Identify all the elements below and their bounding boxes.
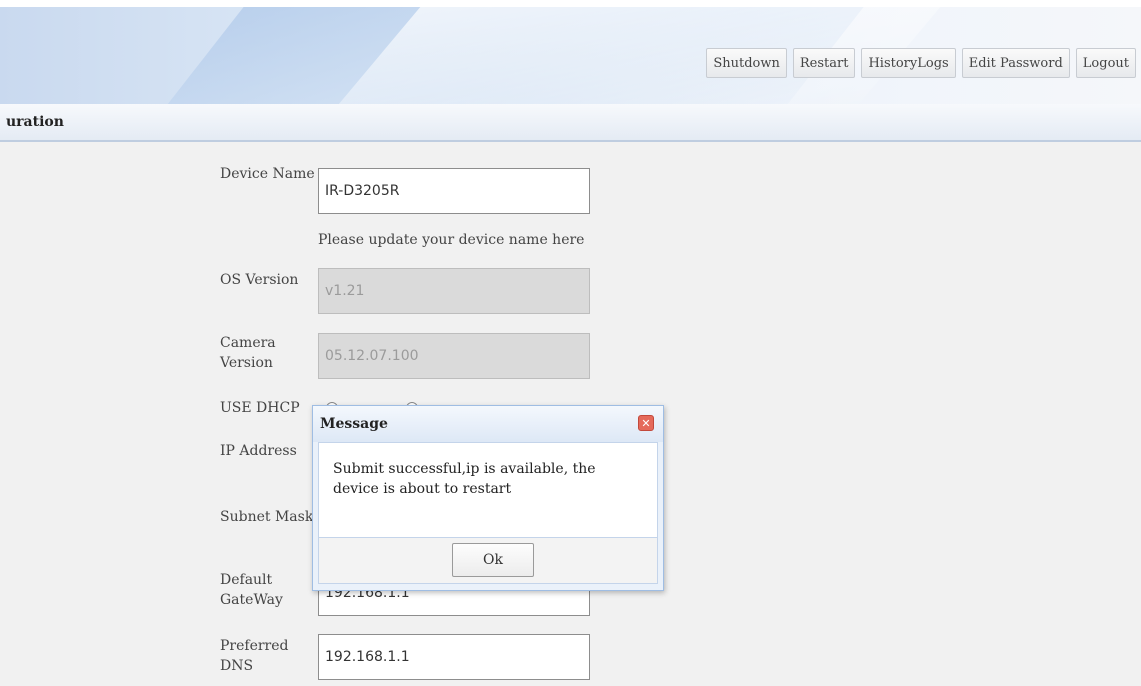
- os-version-field: v1.21: [318, 268, 590, 314]
- ip-address-label: IP Address: [220, 443, 297, 459]
- camera-version-label: Camera Version: [220, 335, 276, 371]
- page-title: uration: [6, 114, 64, 130]
- history-logs-button[interactable]: HistoryLogs: [861, 48, 956, 78]
- os-version-label: OS Version: [220, 272, 299, 288]
- message-dialog: Message ✕ Submit successful,ip is availa…: [312, 405, 664, 591]
- dialog-footer: Ok: [318, 538, 658, 584]
- preferred-dns-input[interactable]: 192.168.1.1: [318, 634, 590, 680]
- preferred-dns-label: Preferred DNS: [220, 638, 289, 674]
- header-toolbar: Shutdown Restart HistoryLogs Edit Passwo…: [706, 48, 1136, 78]
- device-name-label: Device Name: [220, 166, 315, 182]
- page-title-bar: uration: [0, 104, 1141, 142]
- header-banner: Shutdown Restart HistoryLogs Edit Passwo…: [0, 0, 1141, 104]
- camera-version-field: 05.12.07.100: [318, 333, 590, 379]
- logout-button[interactable]: Logout: [1075, 48, 1136, 78]
- shutdown-button[interactable]: Shutdown: [706, 48, 787, 78]
- edit-password-button[interactable]: Edit Password: [961, 48, 1070, 78]
- use-dhcp-label: USE DHCP: [220, 400, 300, 416]
- dialog-header: Message ✕: [313, 406, 663, 442]
- ok-button[interactable]: Ok: [452, 543, 534, 577]
- close-icon[interactable]: ✕: [638, 415, 654, 431]
- default-gateway-label: Default GateWay: [220, 572, 283, 608]
- subnet-mask-label: Subnet Mask: [220, 509, 314, 525]
- device-name-hint: Please update your device name here: [318, 232, 585, 248]
- device-name-input[interactable]: IR-D3205R: [318, 168, 590, 214]
- restart-button[interactable]: Restart: [792, 48, 856, 78]
- dialog-message: Submit successful,ip is available, the d…: [318, 442, 658, 538]
- dialog-title: Message: [320, 416, 388, 432]
